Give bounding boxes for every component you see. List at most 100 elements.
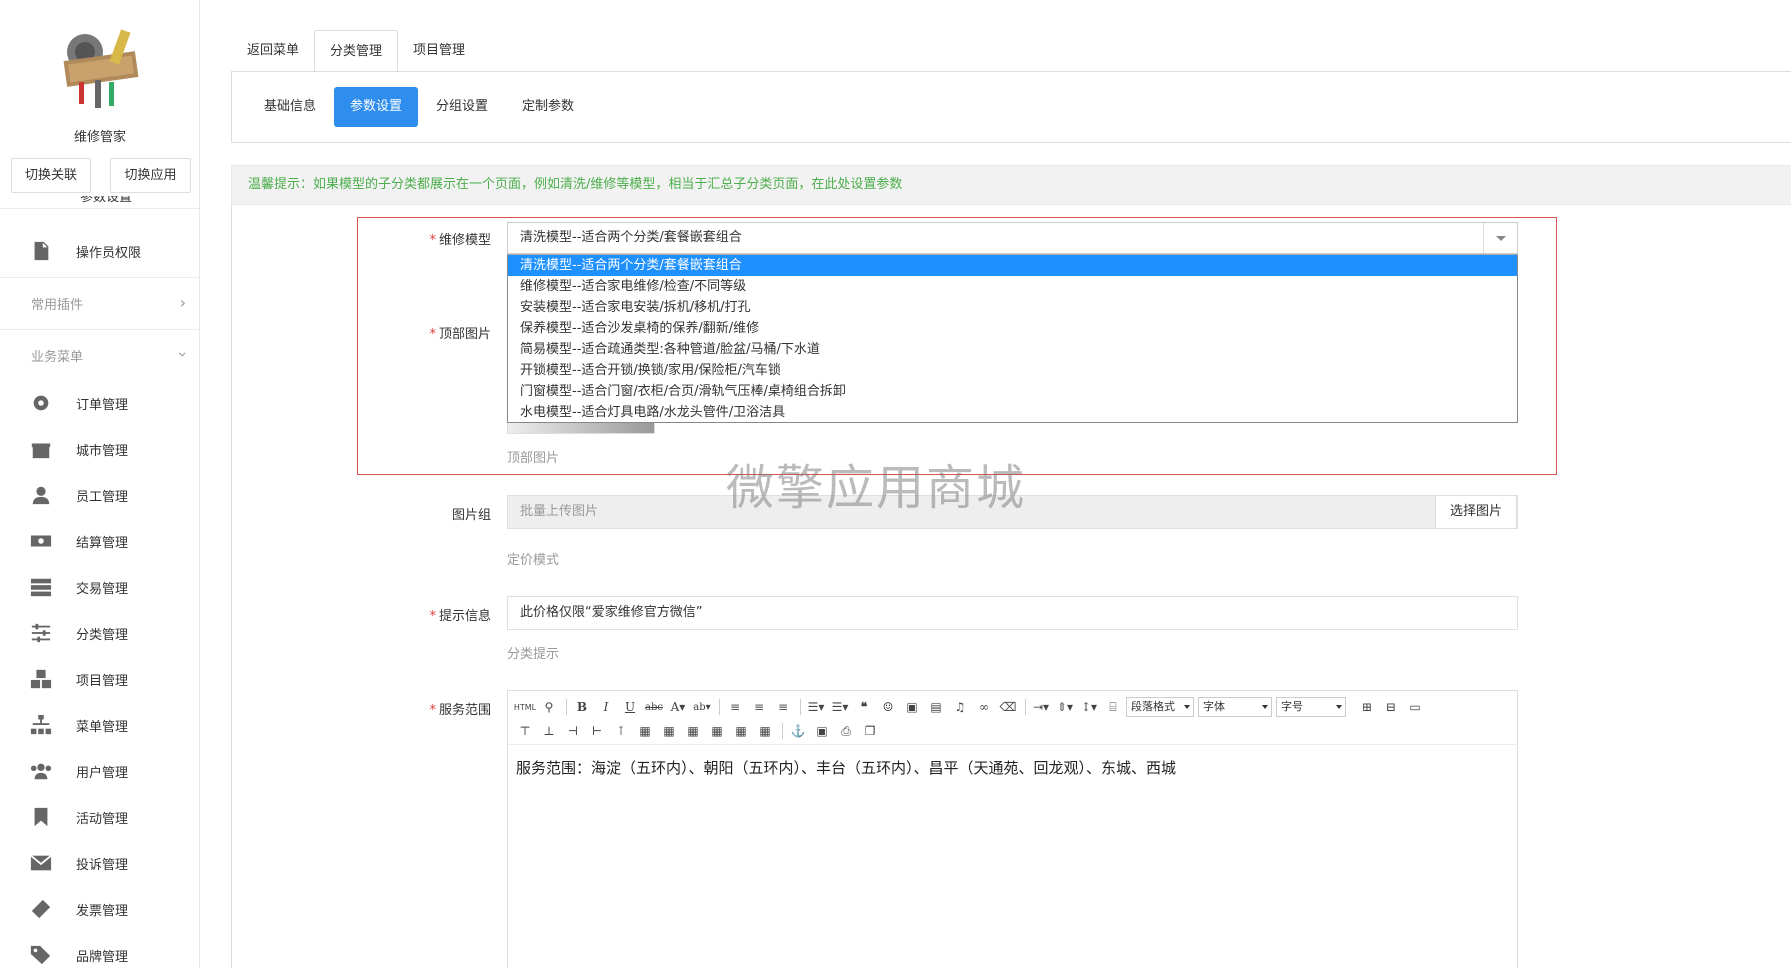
image-icon[interactable]: ▣ <box>901 697 923 717</box>
sidebar-group-plugins[interactable]: 常用插件 › <box>0 281 199 325</box>
sidebar-item-brands[interactable]: 品牌管理 <box>0 935 199 968</box>
italic-icon[interactable]: I <box>595 697 617 717</box>
font-color-icon[interactable]: A▾ <box>667 697 689 717</box>
copy-icon[interactable]: ❐ <box>859 721 881 741</box>
divider <box>1025 699 1026 715</box>
tab-back-menu[interactable]: 返回菜单 <box>232 30 314 72</box>
model-option[interactable]: 保养模型--适合沙发桌椅的保养/翻新/维修 <box>508 318 1517 339</box>
align-center-icon[interactable]: ≡ <box>748 697 770 717</box>
insert-row-icon[interactable]: ⊤ <box>514 721 536 741</box>
strikethrough-icon[interactable]: abc <box>643 697 665 717</box>
table-op-icon[interactable]: ▦ <box>658 721 680 741</box>
sidebar-item-settlement[interactable]: 结算管理 <box>0 521 199 561</box>
sidebar-item-menus[interactable]: 菜单管理 <box>0 705 199 745</box>
sidebar-item-orders[interactable]: 订单管理 <box>0 383 199 423</box>
align-left-icon[interactable]: ≡ <box>724 697 746 717</box>
server-icon <box>29 575 53 599</box>
template-icon[interactable]: ⊟ <box>1380 697 1402 717</box>
table-op-icon[interactable]: ▦ <box>634 721 656 741</box>
table-op-icon[interactable]: ▦ <box>754 721 776 741</box>
font-size-select[interactable]: 字号 <box>1276 697 1346 717</box>
chevron-down-icon[interactable] <box>1483 223 1517 253</box>
model-option[interactable]: 开锁模型--适合开锁/换锁/家用/保险柜/汽车锁 <box>508 360 1517 381</box>
table-op-icon[interactable]: ▦ <box>730 721 752 741</box>
subtab-groups[interactable]: 分组设置 <box>420 87 504 127</box>
gift-icon <box>29 437 53 461</box>
sidebar-item-label: 操作员权限 <box>76 245 142 261</box>
model-option[interactable]: 简易模型--适合疏通类型:各种管道/脸盆/马桶/下水道 <box>508 339 1517 360</box>
subtab-custom-params[interactable]: 定制参数 <box>506 87 590 127</box>
highlight-icon[interactable]: ab▾ <box>691 697 713 717</box>
fullscreen-icon[interactable]: ▭ <box>1404 697 1426 717</box>
notice-banner: 温馨提示：如果模型的子分类都展示在一个页面，例如清洗/维修等模型，相当于汇总子分… <box>231 165 1791 205</box>
subtab-basic-info[interactable]: 基础信息 <box>248 87 332 127</box>
link-icon[interactable]: ∞ <box>973 697 995 717</box>
sidebar-item-activities[interactable]: 活动管理 <box>0 797 199 837</box>
eraser-icon[interactable]: ⌫ <box>997 697 1019 717</box>
model-option[interactable]: 维修模型--适合家电维修/检查/不同等级 <box>508 276 1517 297</box>
rich-text-editor[interactable]: HTML ⚲ B I U abc A▾ ab▾ ≡ ≡ ≡ ☰▾ ☰▾ ❝ ☺ … <box>507 690 1518 968</box>
select-image-button[interactable]: 选择图片 <box>1435 495 1517 529</box>
model-option[interactable]: 安装模型--适合家电安装/拆机/移机/打孔 <box>508 297 1517 318</box>
tip-input[interactable]: 此价格仅限“爱家维修官方微信” <box>507 596 1518 630</box>
font-family-select[interactable]: 字体 <box>1198 697 1272 717</box>
preview-icon[interactable]: ⚲ <box>538 697 560 717</box>
model-option[interactable]: 清洗模型--适合两个分类/套餐嵌套组合 <box>508 255 1517 276</box>
sidebar-item-projects[interactable]: 项目管理 <box>0 659 199 699</box>
row-spacing-icon[interactable]: ⇕▾ <box>1054 697 1076 717</box>
bold-icon[interactable]: B <box>571 697 593 717</box>
sidebar-group-business[interactable]: 业务菜单 › <box>0 333 199 377</box>
music-icon[interactable]: ♫ <box>949 697 971 717</box>
align-right-icon[interactable]: ≡ <box>772 697 794 717</box>
sidebar-item-categories[interactable]: 分类管理 <box>0 613 199 653</box>
tab-category-management[interactable]: 分类管理 <box>314 30 399 72</box>
line-height-icon[interactable]: ↕▾ <box>1078 697 1100 717</box>
format-icon[interactable]: ⌸ <box>1102 697 1124 717</box>
sidebar-item-cities[interactable]: 城市管理 <box>0 429 199 469</box>
paragraph-format-select[interactable]: 段落格式 <box>1126 697 1194 717</box>
subtab-params[interactable]: 参数设置 <box>334 87 419 127</box>
divider <box>0 208 199 209</box>
table-icon[interactable]: ⊞ <box>1356 697 1378 717</box>
sidebar-item-transactions[interactable]: 交易管理 <box>0 567 199 607</box>
sidebar-item-operator-permissions[interactable]: 操作员权限 <box>0 231 199 271</box>
gear-icon <box>29 391 53 415</box>
merge-icon[interactable]: ⊣ <box>562 721 584 741</box>
quote-icon[interactable]: ❝ <box>853 697 875 717</box>
emoji-icon[interactable]: ☺ <box>877 697 899 717</box>
model-option[interactable]: 门窗模型--适合门窗/衣柜/合页/滑轨气压棒/桌椅组合拆卸 <box>508 381 1517 402</box>
anchor-icon[interactable]: ⚓ <box>787 721 809 741</box>
sidebar-item-invoices[interactable]: 发票管理 <box>0 889 199 929</box>
video-icon[interactable]: ▤ <box>925 697 947 717</box>
ordered-list-icon[interactable]: ☰▾ <box>805 697 827 717</box>
unordered-list-icon[interactable]: ☰▾ <box>829 697 851 717</box>
switch-link-button[interactable]: 切换关联 <box>11 158 91 193</box>
sidebar-item-label: 结算管理 <box>76 535 129 551</box>
group-label: 常用插件 <box>31 297 84 313</box>
sidebar-item-complaints[interactable]: 投诉管理 <box>0 843 199 883</box>
tab-project-management[interactable]: 项目管理 <box>398 30 480 72</box>
sidebar-item-label: 分类管理 <box>76 627 129 643</box>
table-op-icon[interactable]: ▦ <box>682 721 704 741</box>
table-op-icon[interactable]: ▦ <box>706 721 728 741</box>
model-option[interactable]: 水电模型--适合灯具电路/水龙头管件/卫浴洁具 <box>508 402 1517 423</box>
sidebar-item-users[interactable]: 用户管理 <box>0 751 199 791</box>
editor-content[interactable]: 服务范围：海淀（五环内）、朝阳（五环内）、丰台（五环内）、昌平（天通苑、回龙观）… <box>516 757 1176 778</box>
sidebar-item-params-cut[interactable]: 参数设置 <box>80 196 132 208</box>
insert-col-icon[interactable]: ⊥ <box>538 721 560 741</box>
print-icon[interactable]: ⎙ <box>835 721 857 741</box>
sidebar-item-label: 菜单管理 <box>76 719 129 735</box>
sidebar-item-staff[interactable]: 员工管理 <box>0 475 199 515</box>
switch-app-button[interactable]: 切换应用 <box>110 158 191 193</box>
insert-table-icon[interactable]: ⊺ <box>610 721 632 741</box>
model-select[interactable]: 清洗模型--适合两个分类/套餐嵌套组合 <box>507 222 1518 254</box>
chevron-right-icon: › <box>179 293 186 312</box>
underline-icon[interactable]: U <box>619 697 641 717</box>
indent-icon[interactable]: ⇥▾ <box>1030 697 1052 717</box>
attachment-icon[interactable]: ▣ <box>811 721 833 741</box>
tip-label: * 提示信息 <box>429 609 491 624</box>
html-source-button[interactable]: HTML <box>514 697 536 717</box>
envelope-icon <box>29 851 53 875</box>
divider <box>231 205 232 968</box>
split-icon[interactable]: ⊢ <box>586 721 608 741</box>
